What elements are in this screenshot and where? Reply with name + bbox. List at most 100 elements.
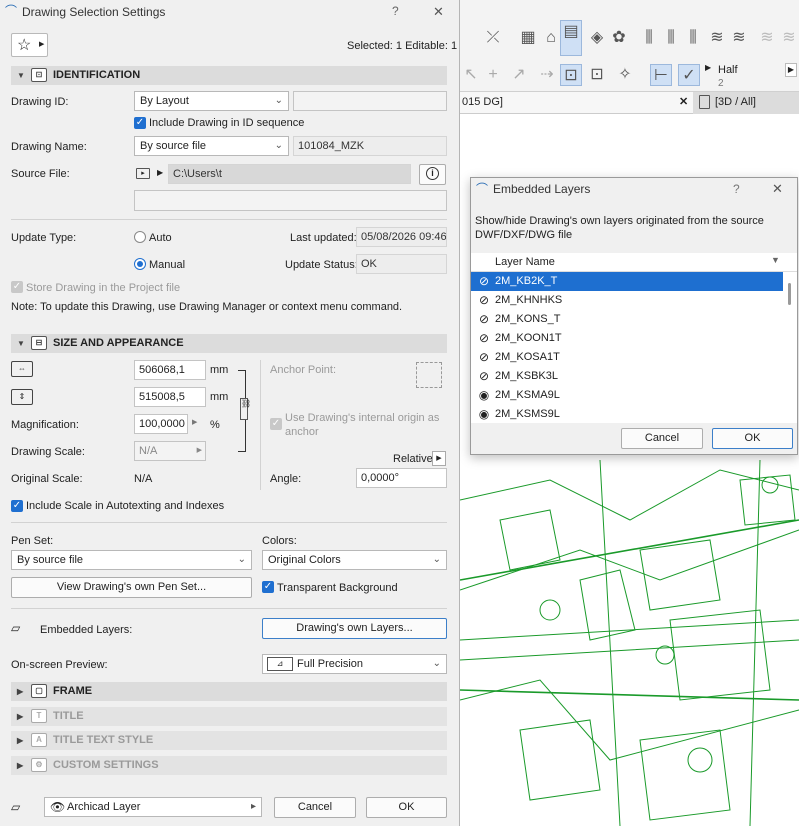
include-scale-checkbox[interactable]: ✓ <box>11 500 23 512</box>
include-id-label: Include Drawing in ID sequence <box>149 117 305 129</box>
railing-icon[interactable]: ⫼ <box>682 27 704 49</box>
section-title-text-style[interactable]: ▶ A TITLE TEXT STYLE <box>11 731 447 750</box>
guide-line-icon[interactable]: ⊢ <box>650 64 672 86</box>
embedded-close-button[interactable]: ✕ <box>772 181 783 197</box>
angle-input[interactable]: 0,0000° <box>356 468 447 488</box>
help-button[interactable]: ? <box>392 4 399 18</box>
layer-row[interactable]: ◉ 2M_KSMS9L <box>471 405 783 423</box>
colors-dropdown[interactable]: Original Colors ⌄ <box>262 550 447 570</box>
arrow-tool-icon[interactable]: ⤫ <box>482 27 504 49</box>
favorites-button[interactable]: ☆ ▶ <box>11 33 48 57</box>
rotate-icon[interactable]: ↗ <box>508 64 530 86</box>
eye-hidden-icon[interactable]: ⊘ <box>476 367 492 386</box>
source-file-type-button[interactable]: ▸ ▶ <box>134 165 166 185</box>
width-icon: ⇔ <box>11 361 33 377</box>
source-file-label: Source File: <box>11 168 70 180</box>
relative-arrow-button[interactable]: ▶ <box>432 451 446 466</box>
preview-dropdown[interactable]: ⊿ Full Precision ⌄ <box>262 654 447 674</box>
plan-tab-label[interactable]: 015 DG] <box>462 96 503 108</box>
layers-icon[interactable]: ≋ <box>706 27 728 49</box>
zone-icon[interactable]: ◈ <box>586 27 608 49</box>
separator <box>11 522 447 523</box>
width-input[interactable]: 506068,1 <box>134 360 206 380</box>
transparent-checkbox[interactable]: ✓ <box>262 581 274 593</box>
submenu-arrow-icon: ▸ <box>250 801 256 812</box>
eye-hidden-icon[interactable]: ⊘ <box>476 310 492 329</box>
magnification-arrow-icon[interactable]: ▶ <box>192 418 197 426</box>
snap-icon[interactable]: ✓ <box>678 64 700 86</box>
morph-icon[interactable]: ≋ <box>728 27 750 49</box>
layer-list: ⊘ 2M_KB2K_T ⊘ 2M_KHNHKS ⊘ 2M_KONS_T ⊘ 2M_KOO… <box>471 272 797 423</box>
section-title[interactable]: ▶ T TITLE <box>11 707 447 726</box>
layer-row[interactable]: ⊘ 2M_KHNHKS <box>471 291 783 310</box>
layer-row[interactable]: ⊘ 2M_KOSA1T <box>471 348 783 367</box>
edit-icon[interactable]: ↖ <box>460 64 482 86</box>
layer-row[interactable]: ⊘ 2M_KSBK3L <box>471 367 783 386</box>
mesh-tool-icon[interactable]: ▤ <box>560 20 582 56</box>
section-size-and-appearance[interactable]: ▼ ⊟ SIZE AND APPEARANCE <box>11 334 447 353</box>
auto-label: Auto <box>149 232 172 244</box>
manual-radio[interactable] <box>134 258 146 270</box>
pen-set-dropdown[interactable]: By source file ⌄ <box>11 550 252 570</box>
view-tab-bar: 015 DG] ✕ [3D / All] <box>460 92 799 114</box>
section-identification[interactable]: ▼ ⊡ IDENTIFICATION <box>11 66 447 85</box>
stretch-icon[interactable]: ⇢ <box>536 64 558 86</box>
floor-plan-canvas[interactable] <box>459 459 799 827</box>
magnification-input[interactable]: 100,0000 <box>134 414 188 434</box>
object-icon[interactable]: ✿ <box>608 27 630 49</box>
offset-icon[interactable]: + <box>482 64 504 86</box>
embedded-ok-button[interactable]: OK <box>712 428 793 449</box>
source-info-button[interactable]: i <box>419 164 446 185</box>
ok-button[interactable]: OK <box>366 797 447 818</box>
chain-link-icon[interactable]: ⛓ <box>240 398 251 420</box>
embedded-help-button[interactable]: ? <box>733 182 740 196</box>
disabled-tool-2-icon: ≋ <box>782 29 796 46</box>
eye-hidden-icon[interactable]: ⊘ <box>476 348 492 367</box>
toolbar-scroll-button[interactable]: ▶ <box>785 63 797 77</box>
section-custom-settings[interactable]: ▶ ⚙ CUSTOM SETTINGS <box>11 756 447 775</box>
embedded-cancel-button[interactable]: Cancel <box>621 428 703 449</box>
store-drawing-label: Store Drawing in the Project file <box>26 282 181 294</box>
height-input[interactable]: 515008,5 <box>134 387 206 407</box>
eye-visible-icon[interactable]: ◉ <box>476 405 492 423</box>
include-id-checkbox[interactable]: ✓ <box>134 117 146 129</box>
separator <box>11 219 447 220</box>
roof-icon[interactable]: ⌂ <box>540 27 562 49</box>
section-frame[interactable]: ▶ ▢ FRAME <box>11 682 447 701</box>
layer-list-header[interactable]: Layer Name ▼ <box>471 253 797 272</box>
layer-list-scrollbar[interactable] <box>788 283 791 305</box>
view-pen-set-button[interactable]: View Drawing's own Pen Set... <box>11 577 252 598</box>
close-button[interactable]: ✕ <box>433 4 444 20</box>
toolbar-expand-icon[interactable]: ▶ <box>705 63 711 72</box>
magic-wand-icon[interactable]: ✧ <box>614 64 636 86</box>
half-label: Half <box>718 64 738 76</box>
layer-row[interactable]: ⊘ 2M_KOON1T <box>471 329 783 348</box>
background-toolbar: ⤫ ▦ ⌂ ▤ ◈ ✿ ⫼ ⫼ ⫼ ≋ ≋ ≋ ≋ ↖ + ↗ ⇢ ⊡ ⊡ ✧ … <box>460 0 799 92</box>
cancel-button[interactable]: Cancel <box>274 797 356 818</box>
layer-row[interactable]: ⊘ 2M_KB2K_T <box>471 272 783 291</box>
select-box-icon[interactable]: ⊡ <box>560 64 582 86</box>
drawing-id-dropdown[interactable]: By Layout ⌄ <box>134 91 289 111</box>
drawing-scale-field: N/A ▶ <box>134 441 206 461</box>
eye-visible-icon[interactable]: ◉ <box>476 386 492 405</box>
collapse-arrow-icon: ▼ <box>17 71 25 80</box>
drawing-name-dropdown[interactable]: By source file ⌄ <box>134 136 289 156</box>
original-scale-value: N/A <box>134 473 153 485</box>
layer-row[interactable]: ⊘ 2M_KONS_T <box>471 310 783 329</box>
drawing-own-layers-button[interactable]: Drawing's own Layers... <box>262 618 447 639</box>
layer-dropdown[interactable]: 👁 Archicad Layer ▸ <box>44 797 262 817</box>
stair-icon[interactable]: ▦ <box>517 27 539 49</box>
eye-hidden-icon[interactable]: ⊘ <box>476 291 492 310</box>
layer-row[interactable]: ◉ 2M_KSMA9L <box>471 386 783 405</box>
beam-icon[interactable]: ⫼ <box>660 27 682 49</box>
eye-hidden-icon[interactable]: ⊘ <box>476 272 492 291</box>
colors-label: Colors: <box>262 535 297 547</box>
eye-hidden-icon[interactable]: ⊘ <box>476 329 492 348</box>
column-icon[interactable]: ⫼ <box>638 27 660 49</box>
marquee-icon[interactable]: ⊡ <box>586 64 608 86</box>
update-status-label: Update Status: <box>285 259 358 271</box>
tab-3d-all[interactable]: [3D / All] <box>693 92 799 114</box>
include-scale-label: Include Scale in Autotexting and Indexes <box>26 500 225 512</box>
close-tab-icon[interactable]: ✕ <box>679 95 688 108</box>
auto-radio[interactable] <box>134 231 146 243</box>
